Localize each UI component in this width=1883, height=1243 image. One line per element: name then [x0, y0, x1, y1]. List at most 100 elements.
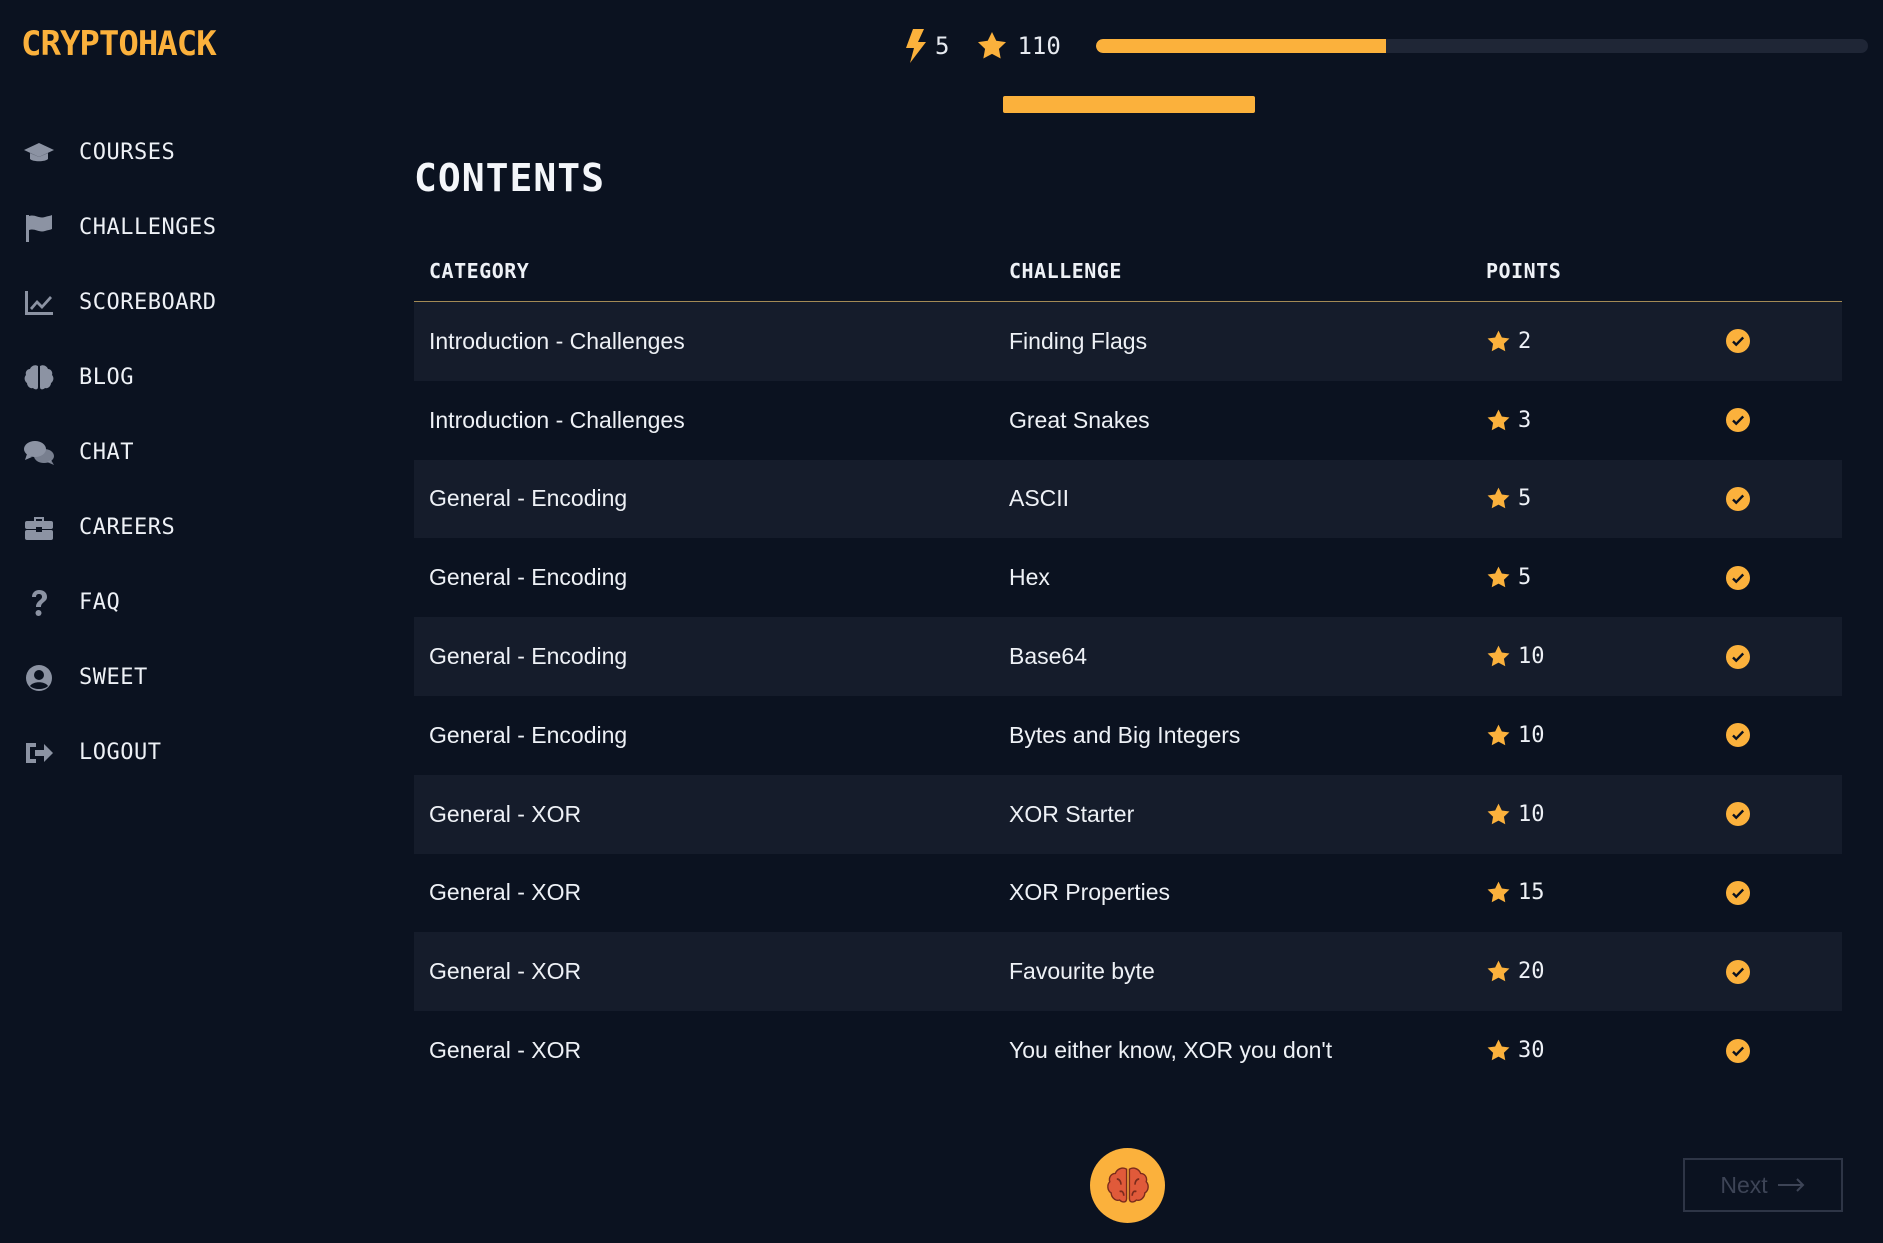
row-status: [1726, 486, 1842, 511]
level-progress-bar: [1096, 39, 1868, 53]
row-points: 20: [1486, 959, 1726, 984]
table-row[interactable]: General - XOR XOR Starter 10: [414, 774, 1842, 854]
row-points: 15: [1486, 880, 1726, 905]
points-count: 110: [1017, 32, 1061, 60]
row-status: [1726, 644, 1842, 669]
row-status: [1726, 723, 1842, 748]
check-circle-icon: [1726, 486, 1750, 511]
points-stat: 110: [975, 30, 1061, 62]
table-row[interactable]: Introduction - Challenges Finding Flags 2: [414, 302, 1842, 381]
sidebar-item-blog[interactable]: BLOG: [20, 340, 320, 415]
sidebar-item-sweet[interactable]: SWEET: [20, 640, 320, 715]
arrow-right-icon: [1777, 1178, 1805, 1192]
row-challenge: Finding Flags: [1009, 327, 1148, 354]
check-circle-icon: [1726, 644, 1750, 669]
sidebar-item-label: FAQ: [79, 590, 121, 615]
brain-icon: [20, 362, 58, 394]
star-icon: [1487, 488, 1510, 509]
row-challenge: XOR Starter: [1009, 800, 1135, 827]
sidebar-item-challenges[interactable]: CHALLENGES: [20, 190, 320, 265]
row-category: General - XOR: [429, 958, 582, 985]
sidebar-item-label: CHAT: [79, 440, 134, 465]
sidebar-item-label: BLOG: [79, 365, 134, 390]
row-points: 3: [1486, 408, 1726, 433]
star-icon: [1487, 724, 1510, 746]
row-challenge: Base64: [1009, 643, 1088, 670]
level-progress-fill: [1096, 39, 1386, 53]
check-circle-icon: [1726, 565, 1750, 590]
row-challenge: Great Snakes: [1009, 406, 1150, 433]
row-points: 5: [1486, 486, 1726, 511]
accent-bar: [1003, 96, 1255, 113]
row-points-value: 5: [1518, 565, 1532, 591]
star-icon: [1487, 803, 1510, 824]
table-row[interactable]: General - Encoding ASCII 5: [414, 459, 1842, 539]
row-category: Introduction - Challenges: [429, 327, 685, 354]
sidebar-item-label: SWEET: [79, 665, 148, 690]
user-circle-icon: [20, 662, 58, 694]
sidebar-item-courses[interactable]: COURSES: [20, 115, 320, 190]
row-status: [1726, 802, 1842, 827]
lightning-icon: [906, 29, 926, 63]
row-points-value: 5: [1518, 486, 1532, 512]
streak-stat: 5: [905, 29, 949, 63]
sidebar-item-label: CHALLENGES: [79, 215, 217, 240]
next-button[interactable]: Next: [1683, 1158, 1843, 1212]
row-points-value: 10: [1518, 801, 1545, 827]
check-circle-icon: [1726, 959, 1750, 984]
streak-count: 5: [935, 32, 950, 60]
star-icon: [978, 32, 1007, 59]
row-points-value: 3: [1518, 407, 1532, 433]
sidebar-item-careers[interactable]: CAREERS: [20, 490, 320, 565]
table-row[interactable]: Introduction - Challenges Great Snakes 3: [414, 381, 1842, 460]
sidebar-item-faq[interactable]: FAQ: [20, 565, 320, 640]
table-body: Introduction - Challenges Finding Flags 2 I…: [414, 302, 1842, 1090]
sidebar-item-label: SCOREBOARD: [79, 290, 217, 315]
star-icon: [1487, 409, 1510, 430]
sidebar-item-chat[interactable]: CHAT: [20, 415, 320, 490]
table-row[interactable]: General - Encoding Hex 5: [414, 538, 1842, 617]
sidebar-item-label: LOGOUT: [79, 740, 162, 765]
row-challenge: You either know, XOR you don't: [1009, 1037, 1333, 1064]
next-button-label: Next: [1720, 1171, 1768, 1198]
row-category: General - Encoding: [429, 721, 628, 748]
sidebar-item-label: CAREERS: [79, 515, 176, 540]
row-points: 10: [1486, 723, 1726, 748]
page-title: CONTENTS: [414, 156, 606, 200]
column-header-points: POINTS: [1486, 258, 1562, 283]
check-circle-icon: [1726, 723, 1750, 748]
row-category: Introduction - Challenges: [429, 406, 685, 433]
row-challenge: Bytes and Big Integers: [1009, 721, 1241, 748]
row-status: [1726, 959, 1842, 984]
check-circle-icon: [1726, 802, 1750, 827]
sign-out-icon: [20, 737, 58, 769]
sidebar-item-scoreboard[interactable]: SCOREBOARD: [20, 265, 320, 340]
check-circle-icon: [1726, 329, 1750, 354]
row-category: General - Encoding: [429, 485, 628, 512]
flag-icon: [20, 212, 58, 244]
row-status: [1726, 880, 1842, 905]
row-status: [1726, 329, 1842, 354]
chart-line-icon: [20, 287, 58, 319]
cryptohack-logo[interactable]: CRYPTOHACK: [21, 24, 217, 64]
row-points-value: 10: [1518, 644, 1545, 670]
sidebar-item-logout[interactable]: LOGOUT: [20, 715, 320, 790]
row-status: [1726, 565, 1842, 590]
check-circle-icon: [1726, 1038, 1750, 1063]
table-row[interactable]: General - XOR You either know, XOR you do…: [414, 1011, 1842, 1090]
row-points-value: 10: [1518, 722, 1545, 748]
table-header: CATEGORY CHALLENGE POINTS: [414, 240, 1842, 302]
table-row[interactable]: General - Encoding Bytes and Big Integers…: [414, 696, 1842, 775]
star-icon: [1487, 566, 1510, 588]
table-row[interactable]: General - XOR Favourite byte 20: [414, 932, 1842, 1012]
briefcase-icon: [20, 512, 58, 544]
brain-button[interactable]: [1090, 1148, 1165, 1223]
stats-bar: 5 110: [905, 24, 1087, 68]
row-points: 5: [1486, 565, 1726, 590]
row-challenge: Favourite byte: [1009, 958, 1155, 985]
row-points-value: 20: [1518, 959, 1545, 985]
table-row[interactable]: General - XOR XOR Properties 15: [414, 854, 1842, 933]
table-row[interactable]: General - Encoding Base64 10: [414, 617, 1842, 696]
star-icon: [1487, 960, 1510, 982]
star-icon: [1487, 882, 1510, 903]
